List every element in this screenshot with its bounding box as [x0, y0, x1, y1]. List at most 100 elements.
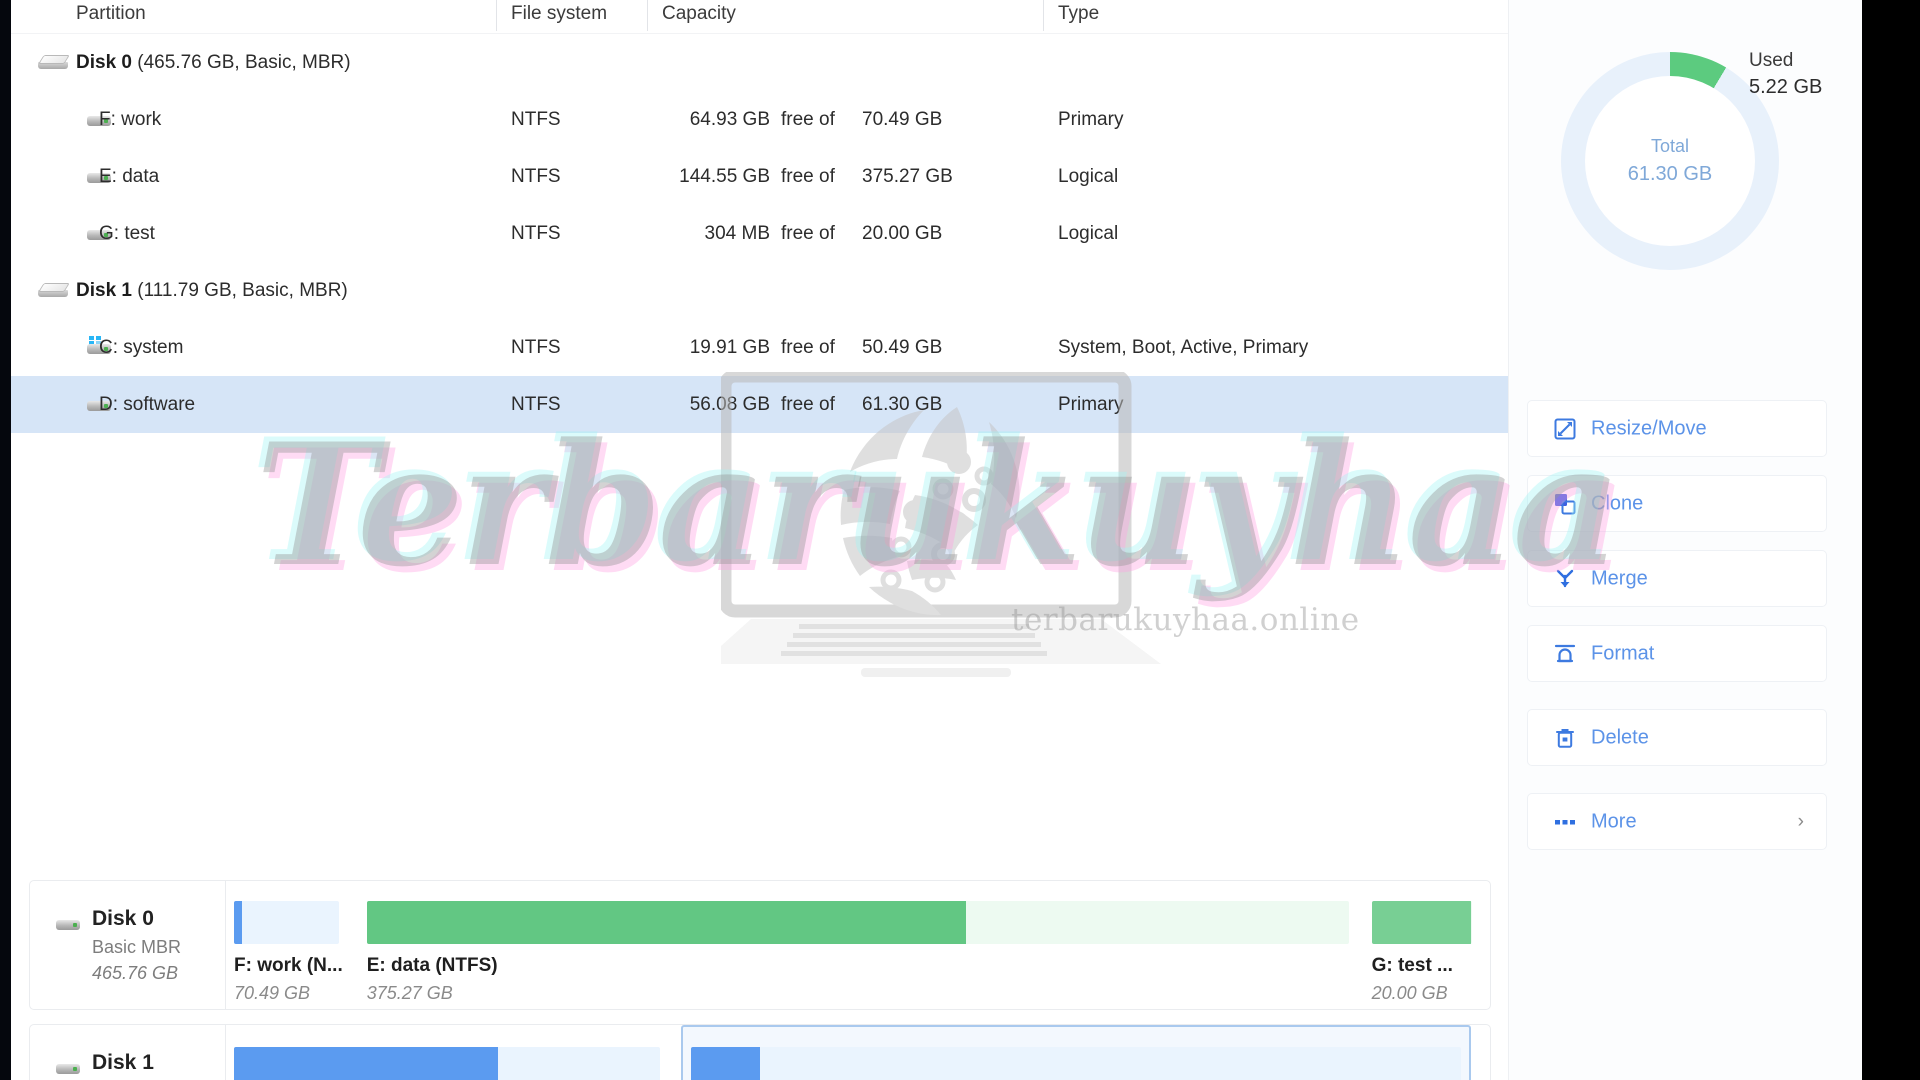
disk-map-icon — [56, 917, 80, 931]
merge-label: Merge — [1591, 567, 1648, 589]
disk-map-partition-label: G: test ... — [1371, 955, 1453, 976]
donut-total-value: 61.30 GB — [1627, 163, 1713, 185]
letterbox-left — [0, 0, 11, 1080]
partition-free-of-label: free of — [781, 165, 835, 187]
delete-button[interactable]: Delete — [1527, 709, 1827, 766]
screen-root: Partition File system Capacity Type Disk… — [0, 0, 1920, 1080]
partition-total-size: 50.49 GB — [862, 336, 943, 358]
disk-map-partition-size: 375.27 GB — [366, 983, 453, 1003]
disk-info: (465.76 GB, Basic, MBR) — [131, 51, 351, 73]
partition-free-space: 19.91 GB — [689, 336, 770, 358]
partition-free-of-label: free of — [781, 393, 835, 415]
usage-bar — [366, 901, 1350, 944]
column-header-partition[interactable]: Partition — [76, 3, 146, 25]
header-divider — [647, 0, 648, 31]
partition-total-size: 61.30 GB — [862, 393, 943, 415]
letterbox-right — [1862, 0, 1920, 1080]
resize-move-label: Resize/Move — [1591, 417, 1707, 439]
capacity-donut-chart: Total 61.30 GB Used 5.22 GB — [1509, 14, 1862, 304]
partition-name: D: software — [99, 393, 196, 415]
disk-info: (111.79 GB, Basic, MBR) — [131, 279, 348, 301]
partition-total-size: 375.27 GB — [862, 165, 953, 187]
partition-name: C: system — [99, 336, 184, 358]
usage-bar-fill — [234, 901, 243, 944]
partition-type: System, Boot, Active, Primary — [1058, 336, 1309, 358]
disk-title: Disk 1 (111.79 GB, Basic, MBR) — [76, 280, 348, 302]
partition-filesystem: NTFS — [511, 336, 561, 358]
disk-title: Disk 0 (465.76 GB, Basic, MBR) — [76, 52, 351, 74]
column-header-file-system[interactable]: File system — [511, 3, 607, 25]
table-row-c-system[interactable]: C: system NTFS 19.91 GB free of 50.49 GB… — [11, 319, 1508, 376]
partition-filesystem: NTFS — [511, 108, 561, 130]
partition-rows: Disk 0 (465.76 GB, Basic, MBR) F: work N… — [11, 34, 1508, 433]
partition-type: Primary — [1058, 393, 1124, 415]
partition-name: E: data — [99, 165, 160, 187]
disk-map-partition-g-test[interactable]: G: test ... 20.00 GB — [1364, 881, 1480, 1009]
table-row-g-test[interactable]: G: test NTFS 304 MB free of 20.00 GB Log… — [11, 205, 1508, 262]
donut-total-label: Total — [1650, 136, 1690, 156]
resize-move-button[interactable]: Resize/Move — [1527, 400, 1827, 457]
more-button[interactable]: More › — [1527, 793, 1827, 850]
resize-move-icon — [1554, 418, 1576, 440]
delete-label: Delete — [1591, 726, 1649, 748]
clone-button[interactable]: Clone — [1527, 475, 1827, 532]
partition-free-space: 64.93 GB — [689, 108, 770, 130]
column-header-capacity[interactable]: Capacity — [662, 3, 736, 25]
partition-total-size: 70.49 GB — [862, 108, 943, 130]
usage-bar-fill — [1371, 901, 1471, 944]
more-icon — [1554, 811, 1576, 833]
partition-filesystem: NTFS — [511, 222, 561, 244]
partition-name: F: work — [99, 108, 162, 130]
table-row-disk1[interactable]: Disk 1 (111.79 GB, Basic, MBR) — [11, 262, 1508, 319]
partition-name: G: test — [99, 222, 155, 244]
disk-map-name: Disk 0 — [92, 907, 154, 930]
action-button-list: Resize/Move Clone Merge Format Delete Mo… — [1527, 400, 1827, 868]
partition-free-of-label: free of — [781, 336, 835, 358]
donut-center-text: Total 61.30 GB — [1561, 52, 1779, 270]
merge-button[interactable]: Merge — [1527, 550, 1827, 607]
disk-map-partition-label: F: work (N... — [234, 955, 343, 976]
disk-map-row-disk1[interactable]: Disk 1 — [29, 1024, 1491, 1080]
usage-bar — [234, 1047, 661, 1080]
disk-map-icon — [56, 1061, 80, 1075]
partition-free-of-label: free of — [781, 108, 835, 130]
format-button[interactable]: Format — [1527, 625, 1827, 682]
disk-map-type: Basic MBR — [92, 937, 182, 957]
disk-map-name: Disk 1 — [92, 1051, 154, 1074]
clone-label: Clone — [1591, 492, 1644, 514]
disk-map-label-disk1: Disk 1 — [30, 1025, 226, 1080]
disk-map-partition-e-data[interactable]: E: data (NTFS) 375.27 GB — [359, 881, 1358, 1009]
table-row-f-work[interactable]: F: work NTFS 64.93 GB free of 70.49 GB P… — [11, 91, 1508, 148]
disk-map-partitions-disk1 — [226, 1025, 1490, 1080]
disk-map-partition-f-work[interactable]: F: work (N... 70.49 GB — [226, 881, 347, 1009]
disk-map-size: 465.76 GB — [92, 963, 179, 983]
partition-filesystem: NTFS — [511, 165, 561, 187]
partition-type: Logical — [1058, 165, 1119, 187]
right-sidebar: Total 61.30 GB Used 5.22 GB Resize/Move — [1508, 0, 1862, 1080]
partition-free-of-label: free of — [781, 222, 835, 244]
disk-map-row-disk0[interactable]: Disk 0 Basic MBR 465.76 GB F: work (N...… — [29, 880, 1491, 1010]
header-divider — [1043, 0, 1044, 31]
partition-type: Primary — [1058, 108, 1124, 130]
disk-label: Disk 1 — [76, 279, 132, 301]
disk-map-partition-c-system[interactable] — [226, 1025, 668, 1080]
clone-icon — [1554, 493, 1576, 515]
column-header-type[interactable]: Type — [1058, 3, 1099, 25]
format-label: Format — [1591, 642, 1655, 664]
more-label: More — [1591, 810, 1637, 832]
table-row-e-data[interactable]: E: data NTFS 144.55 GB free of 375.27 GB… — [11, 148, 1508, 205]
usage-bar — [1371, 901, 1472, 944]
header-divider — [496, 0, 497, 31]
table-header: Partition File system Capacity Type — [11, 0, 1508, 33]
usage-bar — [691, 1047, 1462, 1080]
format-icon — [1554, 643, 1576, 665]
partition-free-space: 56.08 GB — [689, 393, 770, 415]
usage-bar-fill — [366, 901, 967, 944]
table-row-d-software[interactable]: D: software NTFS 56.08 GB free of 61.30 … — [11, 376, 1508, 433]
table-row-disk0[interactable]: Disk 0 (465.76 GB, Basic, MBR) — [11, 34, 1508, 91]
usage-bar — [234, 901, 340, 944]
disk-map-partition-d-software[interactable] — [681, 1025, 1472, 1080]
delete-icon — [1554, 727, 1576, 749]
disk-map-partitions-disk0: F: work (N... 70.49 GB E: data (NTFS) 37… — [226, 881, 1490, 1009]
usage-bar-fill — [234, 1047, 499, 1080]
